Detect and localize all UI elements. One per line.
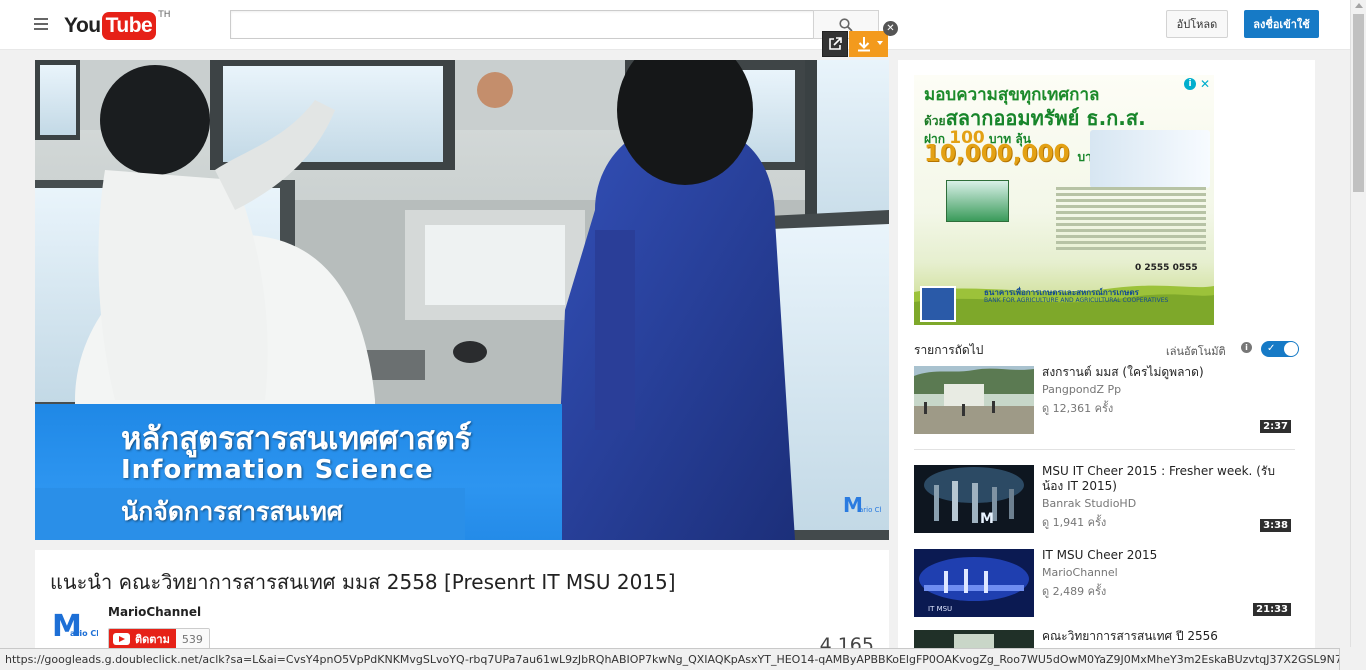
video-channel: MarioChannel bbox=[1042, 566, 1118, 579]
up-next-label: รายการถัดไป bbox=[914, 343, 984, 357]
autoplay-toggle[interactable]: ✓ bbox=[1261, 341, 1299, 357]
video-title: แนะนำ คณะวิทยาการสารสนเทศ มมส 2558 [Pres… bbox=[50, 570, 676, 594]
video-views: ดู 1,941 ครั้ง bbox=[1042, 516, 1107, 529]
video-thumbnail[interactable] bbox=[914, 366, 1034, 434]
check-icon: ✓ bbox=[1267, 343, 1276, 354]
autoplay-label: เล่นอัตโนมัติ bbox=[1166, 345, 1226, 358]
video-title-link[interactable]: MSU IT Cheer 2015 : Fresher week. (รับน้… bbox=[1042, 464, 1294, 494]
logo-you-text: You bbox=[64, 14, 101, 37]
adchoices-info-icon[interactable]: i bbox=[1184, 78, 1196, 90]
caption-english-title: Information Science bbox=[121, 455, 434, 485]
ad-prize-line: 10,000,000 บาท bbox=[924, 141, 1100, 167]
video-channel: Banrak StudioHD bbox=[1042, 497, 1137, 510]
related-video-item[interactable]: IT MSU 21:33 IT MSU Cheer 2015 MarioChan… bbox=[914, 548, 1294, 619]
channel-name-link[interactable]: MarioChannel bbox=[108, 605, 201, 619]
up-next-divider bbox=[914, 449, 1295, 450]
page-scrollbar[interactable] bbox=[1350, 0, 1366, 647]
video-views: ดู 12,361 ครั้ง bbox=[1042, 402, 1114, 415]
avatar-text: ario Channel bbox=[70, 629, 98, 638]
video-thumbnail[interactable]: IT MSU bbox=[914, 549, 1034, 617]
logo-country-code: TH bbox=[158, 10, 171, 20]
svg-text:M: M bbox=[980, 511, 994, 527]
avatar-letter: M bbox=[52, 609, 82, 644]
video-title-link[interactable]: IT MSU Cheer 2015 bbox=[1042, 548, 1294, 563]
scrollbar-thumb[interactable] bbox=[1353, 14, 1364, 192]
search-icon bbox=[839, 17, 853, 32]
display-ad[interactable]: มอบความสุขทุกเทศกาล ด้วยสลากออมทรัพย์ ธ.… bbox=[914, 75, 1214, 325]
logo-tube-text: Tube bbox=[101, 12, 157, 40]
watermark-text: ario Channel bbox=[859, 506, 881, 514]
download-button[interactable] bbox=[849, 31, 888, 57]
autoplay-info-icon[interactable]: i bbox=[1241, 342, 1252, 353]
video-thumbnail[interactable]: M bbox=[914, 465, 1034, 533]
subscribe-label: ติดตาม bbox=[135, 633, 170, 646]
video-title-link[interactable]: คณะวิทยาการสารสนเทศ ปี 2556 bbox=[1042, 629, 1294, 644]
ad-bank-name-english: BANK FOR AGRICULTURE AND AGRICULTURAL CO… bbox=[984, 297, 1169, 304]
svg-text:IT MSU: IT MSU bbox=[928, 605, 952, 613]
channel-avatar[interactable]: M ario Channel bbox=[50, 608, 98, 648]
related-video-item[interactable]: M 3:38 MSU IT Cheer 2015 : Fresher week.… bbox=[914, 464, 1294, 535]
toggle-knob bbox=[1284, 342, 1298, 356]
scroll-up-arrow-icon[interactable] bbox=[1355, 3, 1363, 8]
masthead: You Tube TH อัปโหลด ลงชื่อเข้าใช้ bbox=[0, 0, 1350, 50]
video-channel: PangpondZ Pp bbox=[1042, 383, 1122, 396]
browser-status-bar: https://googleads.g.doubleclick.net/aclk… bbox=[0, 648, 1340, 670]
dropdown-caret-icon[interactable] bbox=[877, 41, 883, 45]
upload-button[interactable]: อัปโหลด bbox=[1166, 10, 1228, 38]
ad-close-icon[interactable]: ✕ bbox=[1200, 77, 1210, 91]
video-duration: 3:38 bbox=[1260, 519, 1291, 532]
search-input[interactable] bbox=[230, 10, 814, 39]
ad-people-image bbox=[1090, 130, 1210, 188]
video-views: ดู 2,489 ครั้ง bbox=[1042, 585, 1107, 598]
ad-phone-number: 0 2555 0555 bbox=[1135, 263, 1198, 273]
channel-watermark-logo: M ario Channel bbox=[843, 493, 881, 517]
close-downloader-icon[interactable]: ✕ bbox=[883, 21, 898, 36]
ad-bank-logo bbox=[920, 286, 956, 322]
caption-subtitle: นักจัดการสารสนเทศ bbox=[121, 497, 343, 526]
subscriber-count: 539 bbox=[175, 629, 209, 649]
guide-menu-icon[interactable] bbox=[34, 18, 48, 30]
video-info-card: แนะนำ คณะวิทยาการสารสนเทศ มมส 2558 [Pres… bbox=[35, 550, 889, 656]
subscribe-button[interactable]: ติดตาม 539 bbox=[108, 628, 210, 650]
video-duration: 21:33 bbox=[1253, 603, 1291, 616]
related-video-item[interactable]: 2:37 สงกรานต์ มมส (ใครไม่ดูพลาด) Pangpon… bbox=[914, 365, 1294, 436]
video-title-link[interactable]: สงกรานต์ มมส (ใครไม่ดูพลาด) bbox=[1042, 365, 1294, 380]
video-player[interactable]: หลักสูตรสารสนเทศศาสตร์ Information Scien… bbox=[35, 60, 889, 540]
external-link-icon bbox=[829, 37, 842, 50]
download-icon bbox=[858, 37, 870, 52]
signin-button[interactable]: ลงชื่อเข้าใช้ bbox=[1244, 10, 1319, 38]
watch-sidebar: มอบความสุขทุกเทศกาล ด้วยสลากออมทรัพย์ ธ.… bbox=[898, 60, 1315, 670]
youtube-play-icon bbox=[113, 633, 130, 645]
open-external-button[interactable] bbox=[822, 31, 848, 57]
youtube-logo[interactable]: You Tube TH bbox=[64, 10, 171, 40]
video-duration: 2:37 bbox=[1260, 420, 1291, 433]
ad-prize-table bbox=[1056, 187, 1206, 259]
ad-stamp-image bbox=[946, 180, 1009, 222]
